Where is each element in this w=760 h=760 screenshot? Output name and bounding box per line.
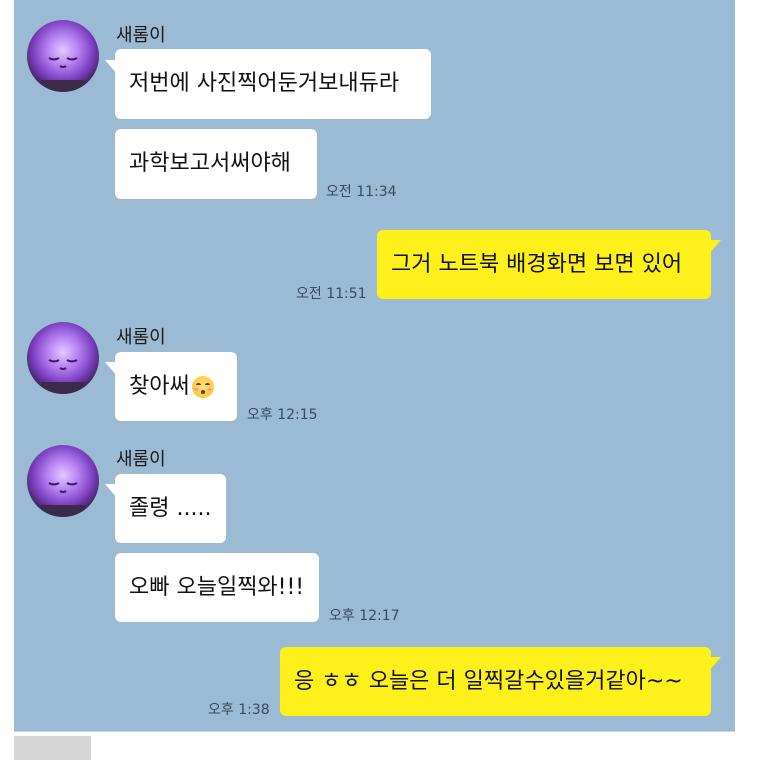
avatar-face-icon bbox=[41, 359, 85, 394]
message-text: 찾아써 bbox=[129, 373, 190, 399]
message-time: 오후 1:38 bbox=[208, 702, 270, 718]
message-bubble[interactable]: 졸령 ..... bbox=[115, 474, 226, 543]
message-bubble[interactable]: 오빠 오늘일찍와!!! bbox=[115, 553, 319, 622]
bubble-tail bbox=[709, 240, 721, 254]
message-time: 오전 11:34 bbox=[326, 184, 397, 200]
sender-avatar[interactable] bbox=[27, 322, 99, 394]
message-input-bar[interactable] bbox=[14, 731, 735, 760]
avatar-face-icon bbox=[41, 57, 85, 92]
my-message-bubble[interactable]: 그거 노트북 배경화면 보면 있어 bbox=[377, 230, 711, 299]
input-attachment-area[interactable] bbox=[14, 736, 91, 760]
message-time: 오후 12:17 bbox=[329, 608, 400, 624]
message-time: 오후 12:15 bbox=[247, 407, 318, 423]
bubble-tail bbox=[709, 657, 721, 671]
message-bubble[interactable]: 저번에 사진찍어둔거보내듀라 bbox=[115, 49, 431, 119]
avatar-face-icon bbox=[41, 482, 85, 517]
chat-area[interactable]: 새롬이 저번에 사진찍어둔거보내듀라 과학보고서써야해 오전 11:34 그거 … bbox=[14, 0, 735, 731]
sender-name: 새롬이 bbox=[116, 25, 166, 46]
scrollbar-track[interactable] bbox=[734, 0, 735, 731]
sender-avatar[interactable] bbox=[27, 20, 99, 92]
kissing-face-closed-eyes-icon bbox=[191, 375, 214, 398]
message-bubble[interactable]: 과학보고서써야해 bbox=[115, 129, 317, 199]
my-message-bubble[interactable]: 응 ㅎㅎ 오늘은 더 일찍갈수있을거같아~~ bbox=[280, 647, 711, 716]
sender-name: 새롬이 bbox=[116, 327, 166, 348]
sender-avatar[interactable] bbox=[27, 445, 99, 517]
message-bubble[interactable]: 찾아써 bbox=[115, 352, 237, 421]
sender-name: 새롬이 bbox=[116, 449, 166, 470]
message-time: 오전 11:51 bbox=[296, 286, 367, 302]
